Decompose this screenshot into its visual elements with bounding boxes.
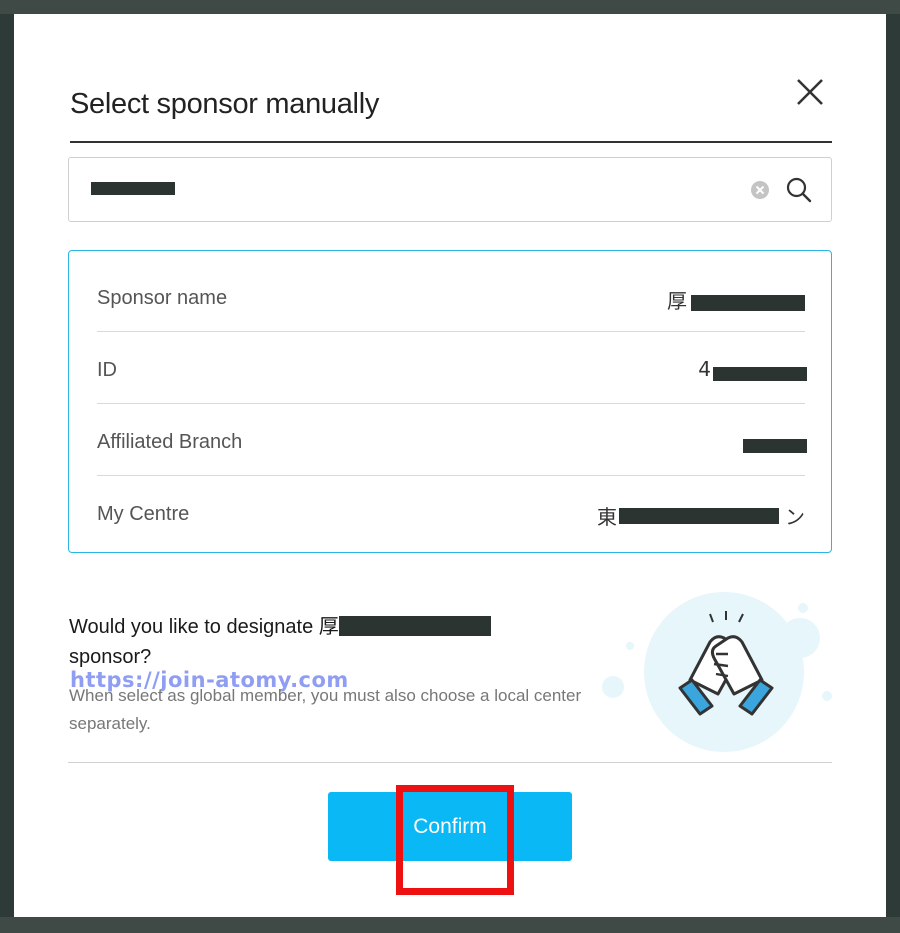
sponsor-info-card: Sponsor name 厚 ID 4 Affiliated Branch My…	[68, 250, 832, 553]
redacted-sponsor-name	[691, 295, 805, 311]
redacted-question-name	[338, 616, 491, 636]
my-centre-suffix: ン	[785, 505, 805, 529]
close-button[interactable]	[790, 72, 830, 112]
redacted-branch	[743, 439, 807, 453]
sponsor-name-row: Sponsor name 厚	[97, 259, 805, 332]
affiliated-branch-row: Affiliated Branch	[97, 403, 807, 476]
close-icon	[797, 79, 823, 105]
sponsor-dialog: Select sponsor manually Sponsor name 厚 I…	[14, 14, 886, 917]
footer-divider	[68, 762, 832, 763]
question-text-before: Would you like to designate 厚	[69, 616, 339, 638]
designate-question: Would you like to designate 厚 sponsor?	[69, 612, 549, 672]
my-centre-row: My Centre 東 ン	[97, 475, 805, 547]
sponsor-search-box	[68, 157, 832, 222]
backdrop-strip-bottom	[0, 917, 900, 933]
dialog-title: Select sponsor manually	[70, 88, 380, 120]
id-label: ID	[97, 359, 117, 381]
global-member-note: When select as global member, you must a…	[69, 686, 582, 733]
id-value: 4	[698, 357, 711, 381]
sponsor-id-input[interactable]	[87, 172, 731, 208]
question-text-after: sponsor?	[69, 646, 152, 668]
my-centre-value: 東	[597, 505, 617, 529]
my-centre-label: My Centre	[97, 503, 190, 525]
backdrop-strip-top	[0, 0, 900, 14]
sponsor-name-label: Sponsor name	[97, 287, 228, 309]
confirm-button[interactable]: Confirm	[328, 792, 572, 861]
handshake-icon	[602, 592, 832, 752]
id-row: ID 4	[97, 331, 807, 404]
redacted-id	[713, 367, 807, 381]
clear-input-icon[interactable]	[751, 181, 769, 199]
sponsor-name-value: 厚	[667, 289, 687, 313]
search-icon[interactable]	[785, 176, 813, 204]
title-divider	[70, 141, 832, 143]
affiliated-branch-label: Affiliated Branch	[97, 431, 243, 453]
redacted-input-text	[91, 182, 175, 195]
handshake-illustration	[586, 584, 836, 764]
redacted-centre	[619, 508, 779, 524]
